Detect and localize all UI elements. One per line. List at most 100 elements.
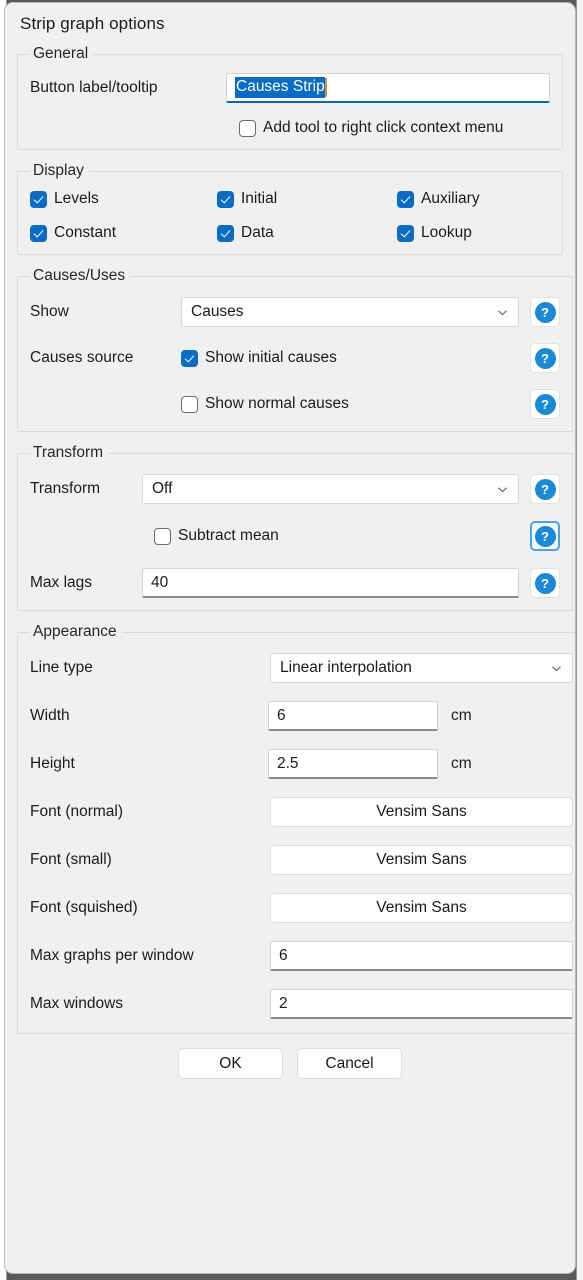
show-dropdown-value: Causes [191,303,244,320]
font-squished-row: Font (squished) Vensim Sans [30,893,573,923]
max-graphs-input[interactable]: 6 [270,941,573,971]
line-type-dropdown[interactable]: Linear interpolation [270,653,573,683]
checkbox-box [217,190,234,208]
checkbox-box [397,224,414,242]
cancel-button[interactable]: Cancel [297,1048,402,1079]
max-lags-input[interactable]: 40 [142,568,519,598]
checkbox-box [217,224,234,242]
font-normal-value: Vensim Sans [376,803,467,820]
strip-graph-options-dialog: Strip graph options General Button label… [4,2,576,1274]
subtract-mean-checkbox[interactable]: Subtract mean [154,527,519,545]
height-input[interactable]: 2.5 [268,749,438,779]
transform-row: Transform Off ? [30,474,560,504]
causes-source-label: Causes source [30,349,134,366]
width-input[interactable]: 6 [268,701,438,731]
show-normal-causes-checkbox[interactable]: Show normal causes [181,395,519,413]
display-checkbox-levels[interactable]: Levels [30,190,217,208]
appearance-group: Appearance Line type Linear interpolatio… [17,623,575,1034]
dialog-titlebar: Strip graph options [5,3,575,45]
show-normal-causes-help-button[interactable]: ? [530,389,560,419]
dialog-content: General Button label/tooltip Causes Stri… [5,45,575,1079]
general-group: General Button label/tooltip Causes Stri… [17,45,563,150]
help-icon: ? [534,301,556,323]
display-checkbox-auxiliary[interactable]: Auxiliary [397,190,480,208]
subtract-mean-label: Subtract mean [178,527,279,544]
transform-legend: Transform [33,444,104,461]
transform-help-button[interactable]: ? [530,474,560,504]
text-caret [324,78,327,97]
show-help-button[interactable]: ? [530,297,560,327]
display-label-levels: Levels [54,190,99,207]
max-lags-help-button[interactable]: ? [530,568,560,598]
transform-label: Transform [30,480,101,497]
font-small-button[interactable]: Vensim Sans [270,845,573,875]
show-label: Show [30,303,69,320]
help-icon: ? [534,525,556,547]
button-label-label: Button label/tooltip [30,79,158,96]
font-squished-button[interactable]: Vensim Sans [270,893,573,923]
width-label: Width [30,707,70,724]
show-normal-causes-label: Show normal causes [205,395,349,412]
display-label-initial: Initial [241,190,278,207]
checkbox-box [239,119,256,137]
checkbox-box [30,190,47,208]
button-label-row: Button label/tooltip Causes Strip [30,73,550,103]
width-value: 6 [277,706,286,724]
width-unit: cm [451,707,472,724]
ok-button[interactable]: OK [178,1048,283,1079]
height-value: 2.5 [277,754,299,772]
font-small-value: Vensim Sans [376,851,467,868]
context-menu-label: Add tool to right click context menu [263,119,504,136]
show-initial-causes-label: Show initial causes [205,349,337,366]
causes-source-row: Causes source Show initial causes ? [30,343,560,373]
max-lags-label: Max lags [30,574,93,591]
max-lags-value: 40 [151,573,169,591]
help-icon: ? [534,478,556,500]
show-dropdown[interactable]: Causes [181,297,519,327]
display-checkbox-lookup[interactable]: Lookup [397,224,472,242]
max-windows-row: Max windows 2 [30,989,573,1019]
button-label-input[interactable]: Causes Strip [226,73,550,103]
display-checkbox-initial[interactable]: Initial [217,190,397,208]
font-normal-button[interactable]: Vensim Sans [270,797,573,827]
max-windows-input[interactable]: 2 [270,989,573,1019]
display-label-auxiliary: Auxiliary [421,190,480,207]
help-icon: ? [534,572,556,594]
display-checkbox-constant[interactable]: Constant [30,224,217,242]
chevron-down-icon [496,483,509,496]
checkbox-box [181,349,198,367]
show-initial-causes-checkbox[interactable]: Show initial causes [181,349,519,367]
max-lags-row: Max lags 40 ? [30,568,560,598]
height-row: Height 2.5 cm [30,749,573,779]
context-menu-checkbox[interactable]: Add tool to right click context menu [239,119,503,137]
help-icon: ? [534,347,556,369]
general-legend: General [33,45,89,62]
max-graphs-row: Max graphs per window 6 [30,941,573,971]
transform-dropdown[interactable]: Off [142,474,519,504]
display-checkbox-data[interactable]: Data [217,224,397,242]
max-windows-label: Max windows [30,995,124,1012]
subtract-mean-help-button[interactable]: ? [530,521,560,551]
display-label-lookup: Lookup [421,224,472,241]
font-squished-value: Vensim Sans [376,899,467,916]
display-group: Display Levels Initial Auxiliary Constan… [17,162,563,255]
button-label-value: Causes Strip [235,77,325,98]
show-initial-causes-help-button[interactable]: ? [530,343,560,373]
checkbox-box [154,527,171,545]
display-row-1: Levels Initial Auxiliary [30,190,550,208]
font-small-row: Font (small) Vensim Sans [30,845,573,875]
dialog-title: Strip graph options [20,14,165,33]
dialog-footer: OK Cancel [17,1048,563,1079]
checkbox-box [397,190,414,208]
help-icon: ? [534,393,556,415]
causes-uses-group: Causes/Uses Show Causes ? Causes source [17,267,573,432]
display-legend: Display [33,162,84,179]
line-type-value: Linear interpolation [280,659,412,676]
ok-button-label: OK [219,1054,242,1072]
transform-group: Transform Transform Off ? Subtract mean [17,444,573,611]
line-type-label: Line type [30,659,93,676]
show-row: Show Causes ? [30,297,560,327]
transform-dropdown-value: Off [152,480,173,497]
max-graphs-label: Max graphs per window [30,947,194,964]
checkbox-box [181,395,198,413]
